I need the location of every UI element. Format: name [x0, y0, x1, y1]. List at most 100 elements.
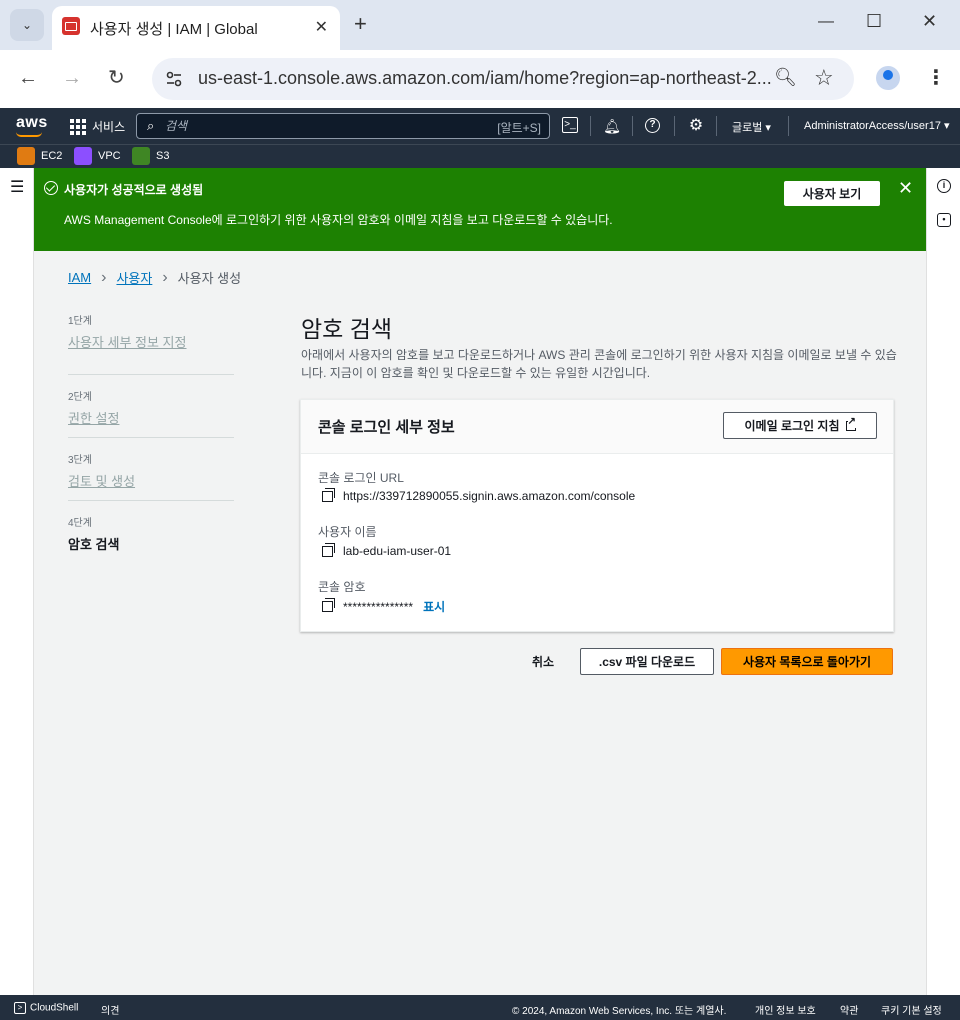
account-menu[interactable]: AdministratorAccess/user17 ▾	[804, 119, 950, 132]
chevron-right-icon: ›	[101, 268, 107, 286]
chevron-down-icon: ⌄	[21, 18, 33, 32]
email-button-label: 이메일 로그인 지침	[744, 419, 840, 433]
wizard-step: 3단계 검토 및 생성	[68, 438, 234, 501]
step-link[interactable]: 검토 및 생성	[68, 471, 234, 490]
window-close-icon[interactable]: ✕	[922, 11, 937, 32]
username-text: lab-edu-iam-user-01	[343, 544, 452, 558]
header-divider	[590, 116, 591, 136]
step-number: 3단계	[68, 455, 92, 466]
site-settings-icon[interactable]	[164, 69, 184, 89]
show-password-link[interactable]: 표시	[423, 598, 445, 615]
browser-tab-bar: ⌄ 사용자 생성 | IAM | Global ✕ + — ☐ ✕	[0, 0, 960, 50]
breadcrumb-current: 사용자 생성	[177, 271, 242, 286]
grid-icon	[70, 118, 86, 135]
favorite-s3[interactable]: S3	[132, 147, 169, 165]
new-tab-plus-icon[interactable]: +	[354, 11, 367, 37]
header-divider	[788, 116, 789, 136]
step-number: 4단계	[68, 518, 92, 529]
email-login-instructions-button[interactable]: 이메일 로그인 지침	[723, 412, 877, 439]
success-flashbar: 사용자가 성공적으로 생성됨 AWS Management Console에 로…	[34, 168, 926, 251]
external-link-icon	[845, 415, 856, 431]
chevron-right-icon: ›	[162, 268, 168, 286]
cloudshell-icon[interactable]: >_	[562, 117, 578, 133]
console-search[interactable]: ⌕ [알트+S]	[136, 113, 550, 139]
username-value: lab-edu-iam-user-01	[322, 542, 452, 558]
flash-message: AWS Management Console에 로그인하기 위한 사용자의 암호…	[64, 213, 613, 227]
favorite-label: S3	[156, 150, 170, 162]
copyright-text: © 2024, Amazon Web Services, Inc. 또는 계열사…	[512, 1006, 727, 1017]
favorite-label: VPC	[98, 150, 121, 162]
cloudshell-label: CloudShell	[30, 1002, 79, 1014]
help-icon[interactable]: ?	[645, 118, 660, 133]
forward-arrow-icon[interactable]: →	[62, 67, 82, 89]
reload-icon[interactable]: ↻	[108, 67, 125, 89]
username-label: 사용자 이름	[318, 525, 377, 539]
zoom-icon[interactable]: 🔍︎	[774, 67, 797, 88]
tab-search-button[interactable]: ⌄	[10, 9, 44, 41]
breadcrumb-users[interactable]: 사용자	[116, 268, 152, 287]
close-icon[interactable]: ✕	[315, 17, 328, 37]
profile-avatar-icon[interactable]	[876, 66, 900, 90]
wizard-actions: 취소 .csv 파일 다운로드 사용자 목록으로 돌아가기	[300, 648, 894, 675]
favorite-ec2[interactable]: EC2	[17, 147, 62, 165]
menu-hamburger-icon[interactable]: ☰	[10, 177, 24, 197]
privacy-link[interactable]: 개인 정보 보호	[755, 1002, 816, 1017]
favorite-label: EC2	[41, 150, 63, 162]
back-arrow-icon[interactable]: ←	[18, 67, 38, 89]
step-number: 1단계	[68, 316, 92, 327]
maximize-icon[interactable]: ☐	[866, 11, 882, 32]
close-icon[interactable]: ✕	[898, 178, 913, 199]
iam-favicon-icon	[62, 17, 80, 35]
cookie-preferences-link[interactable]: 쿠키 기본 설정	[881, 1002, 942, 1017]
flash-title: 사용자가 성공적으로 생성됨	[64, 183, 204, 197]
main-content: ☰ i • 사용자가 성공적으로 생성됨 AWS Management Cons…	[0, 168, 960, 995]
page-description: 아래에서 사용자의 암호를 보고 다운로드하거나 AWS 관리 콘솔에 로그인하…	[301, 348, 897, 380]
page-title: 암호 검색	[301, 316, 393, 342]
aws-logo[interactable]: aws	[16, 114, 48, 132]
breadcrumb: IAM › 사용자 › 사용자 생성	[68, 268, 241, 287]
step-link[interactable]: 권한 설정	[68, 408, 234, 427]
search-icon: ⌕	[147, 118, 155, 133]
breadcrumb-iam[interactable]: IAM	[68, 270, 91, 285]
ec2-icon	[17, 147, 35, 165]
copy-icon[interactable]	[322, 487, 335, 502]
search-input[interactable]	[165, 117, 465, 135]
search-shortcut: [알트+S]	[497, 121, 541, 135]
browser-tab[interactable]: 사용자 생성 | IAM | Global ✕	[52, 6, 340, 50]
cloudshell-link[interactable]: > CloudShell	[14, 1002, 78, 1014]
region-selector[interactable]: 글로벌 ▾	[732, 119, 771, 135]
feedback-link[interactable]: 의견	[101, 1002, 119, 1017]
console-url-value: https://339712890055.signin.aws.amazon.c…	[322, 487, 636, 503]
wizard-step: 2단계 권한 설정	[68, 375, 234, 438]
favorite-vpc[interactable]: VPC	[74, 147, 121, 165]
step-link[interactable]: 사용자 세부 정보 지정	[68, 332, 234, 351]
settings-gear-icon[interactable]: ⚙︎	[687, 117, 705, 135]
bookmark-star-icon[interactable]: ☆	[814, 65, 834, 91]
console-url-label: 콘솔 로그인 URL	[318, 471, 404, 485]
view-user-button[interactable]: 사용자 보기	[784, 181, 880, 206]
cancel-button[interactable]: 취소	[532, 653, 554, 670]
download-csv-button[interactable]: .csv 파일 다운로드	[580, 648, 714, 675]
notifications-bell-icon[interactable]: 🔔︎	[603, 117, 621, 135]
hexagon-icon[interactable]: •	[937, 213, 951, 227]
wizard-step: 4단계 암호 검색	[68, 501, 234, 564]
vpc-icon	[74, 147, 92, 165]
info-icon[interactable]: i	[937, 179, 951, 193]
cloudshell-icon: >	[14, 1002, 26, 1014]
console-url-text: https://339712890055.signin.aws.amazon.c…	[343, 489, 636, 503]
terms-link[interactable]: 약관	[840, 1002, 858, 1017]
return-to-users-button[interactable]: 사용자 목록으로 돌아가기	[721, 648, 893, 675]
minimize-icon[interactable]: —	[818, 13, 834, 31]
password-masked: ***************	[343, 599, 414, 614]
browser-toolbar: ← → ↻ us-east-1.console.aws.amazon.com/i…	[0, 50, 960, 108]
wizard-steps: 1단계 사용자 세부 정보 지정 2단계 권한 설정 3단계 검토 및 생성 4…	[68, 312, 234, 564]
s3-icon	[132, 147, 150, 165]
services-menu[interactable]: 서비스	[70, 118, 125, 135]
panel-title: 콘솔 로그인 세부 정보	[318, 419, 455, 436]
copy-icon[interactable]	[322, 598, 335, 612]
console-login-details-panel: 콘솔 로그인 세부 정보 이메일 로그인 지침 콘솔 로그인 URL https…	[300, 399, 894, 632]
url-text[interactable]: us-east-1.console.aws.amazon.com/iam/hom…	[198, 68, 772, 89]
browser-menu-icon[interactable]: ⋮	[926, 65, 946, 90]
address-bar[interactable]: us-east-1.console.aws.amazon.com/iam/hom…	[152, 58, 854, 100]
copy-icon[interactable]	[322, 542, 335, 557]
